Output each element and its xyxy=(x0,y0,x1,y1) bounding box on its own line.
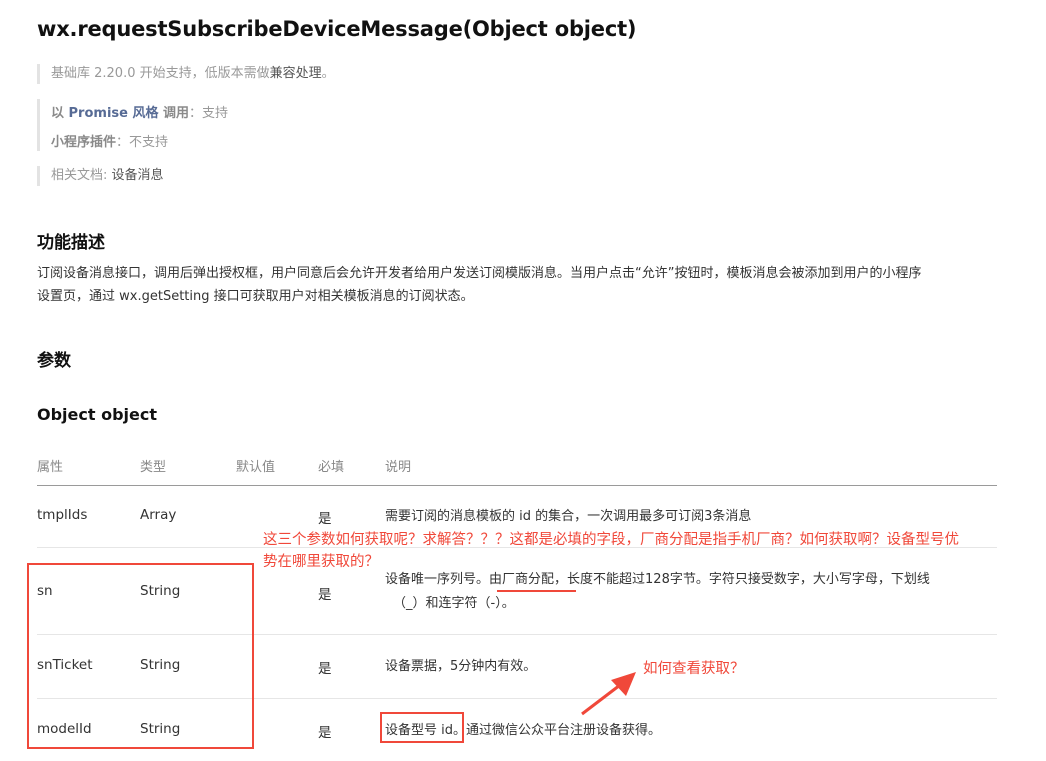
header-required: 必填 xyxy=(318,460,345,475)
related-label: 相关文档: xyxy=(51,168,112,183)
param-desc: 需要订阅的消息模板的 id 的集合，一次调用最多可订阅3条消息 xyxy=(385,509,752,524)
param-desc-part: 。通过微信公众平台注册设备获得。 xyxy=(453,723,662,738)
header-desc: 说明 xyxy=(385,460,412,475)
param-desc-part: 设备唯一序列号。 xyxy=(385,572,490,587)
param-required: 是 xyxy=(318,587,332,603)
header-default: 默认值 xyxy=(236,460,276,475)
param-desc-part: （_）和连字符（-）。 xyxy=(393,596,515,611)
promise-label: 调用 xyxy=(158,106,190,121)
plugin-label: 小程序插件 xyxy=(51,135,117,150)
vendor-assigned-text: 由厂商分配 xyxy=(489,572,555,587)
promise-support-line: 以 Promise 风格 调用：支持 xyxy=(51,99,228,128)
question-annotation: 这三个参数如何获取呢？求解答？？？这都是必填的字段，厂商分配是指手机厂商？如何获… xyxy=(263,529,1038,573)
arrow-icon xyxy=(581,672,636,716)
promise-prefix: 以 xyxy=(51,106,69,121)
param-desc-part: ，长度不能超过128字节。字符只接受数字，大小写字母，下划线 xyxy=(554,572,930,587)
promise-value: ：支持 xyxy=(189,106,229,121)
lib-version-suffix: 。 xyxy=(321,66,335,81)
func-desc-line-2: 设置页，通过 wx.getSetting 接口可获取用户对相关模板消息的订阅状态… xyxy=(37,289,474,304)
plugin-value: ：不支持 xyxy=(116,135,169,150)
model-id-highlight-box xyxy=(380,712,464,743)
param-required: 是 xyxy=(318,511,332,527)
vendor-underline xyxy=(497,590,576,592)
param-desc: 设备型号 id。通过微信公众平台注册设备获得。 xyxy=(385,719,985,743)
related-doc-link[interactable]: 设备消息 xyxy=(112,168,164,183)
param-required: 是 xyxy=(318,725,332,741)
param-required: 是 xyxy=(318,661,332,677)
lib-version-note: 基础库 2.20.0 开始支持，低版本需做兼容处理。 xyxy=(37,64,335,84)
question-line-1: 这三个参数如何获取呢？求解答？？？这都是必填的字段，厂商分配是指手机厂商？如何获… xyxy=(263,532,959,548)
section-params-heading: 参数 xyxy=(37,351,71,371)
header-attr: 属性 xyxy=(37,460,64,475)
plugin-support-line: 小程序插件：不支持 xyxy=(51,128,228,157)
table-header: 属性 类型 默认值 必填 说明 xyxy=(37,448,997,486)
params-highlight-box xyxy=(27,563,254,749)
support-note: 以 Promise 风格 调用：支持 小程序插件：不支持 xyxy=(37,99,228,151)
how-to-view-annotation: 如何查看获取？ xyxy=(643,661,745,677)
compat-link[interactable]: 兼容处理 xyxy=(270,66,322,81)
question-line-2: 势在哪里获取的？ xyxy=(263,554,379,570)
section-func-heading: 功能描述 xyxy=(37,233,105,253)
section-object-heading: Object object xyxy=(37,405,158,424)
promise-link[interactable]: Promise 风格 xyxy=(69,106,159,121)
header-type: 类型 xyxy=(140,460,167,475)
page-title: wx.requestSubscribeDeviceMessage(Object … xyxy=(37,17,637,41)
param-desc: 设备唯一序列号。由厂商分配，长度不能超过128字节。字符只接受数字，大小写字母，… xyxy=(385,568,985,616)
param-name: tmplIds xyxy=(37,507,88,523)
lib-version-text: 基础库 2.20.0 开始支持，低版本需做 xyxy=(51,66,270,81)
func-description: 订阅设备消息接口，调用后弹出授权框，用户同意后会允许开发者给用户发送订阅模版消息… xyxy=(37,262,997,308)
param-type: Array xyxy=(140,507,177,523)
func-desc-line-1: 订阅设备消息接口，调用后弹出授权框，用户同意后会允许开发者给用户发送订阅模版消息… xyxy=(37,266,922,281)
related-doc-note: 相关文档: 设备消息 xyxy=(37,166,164,186)
